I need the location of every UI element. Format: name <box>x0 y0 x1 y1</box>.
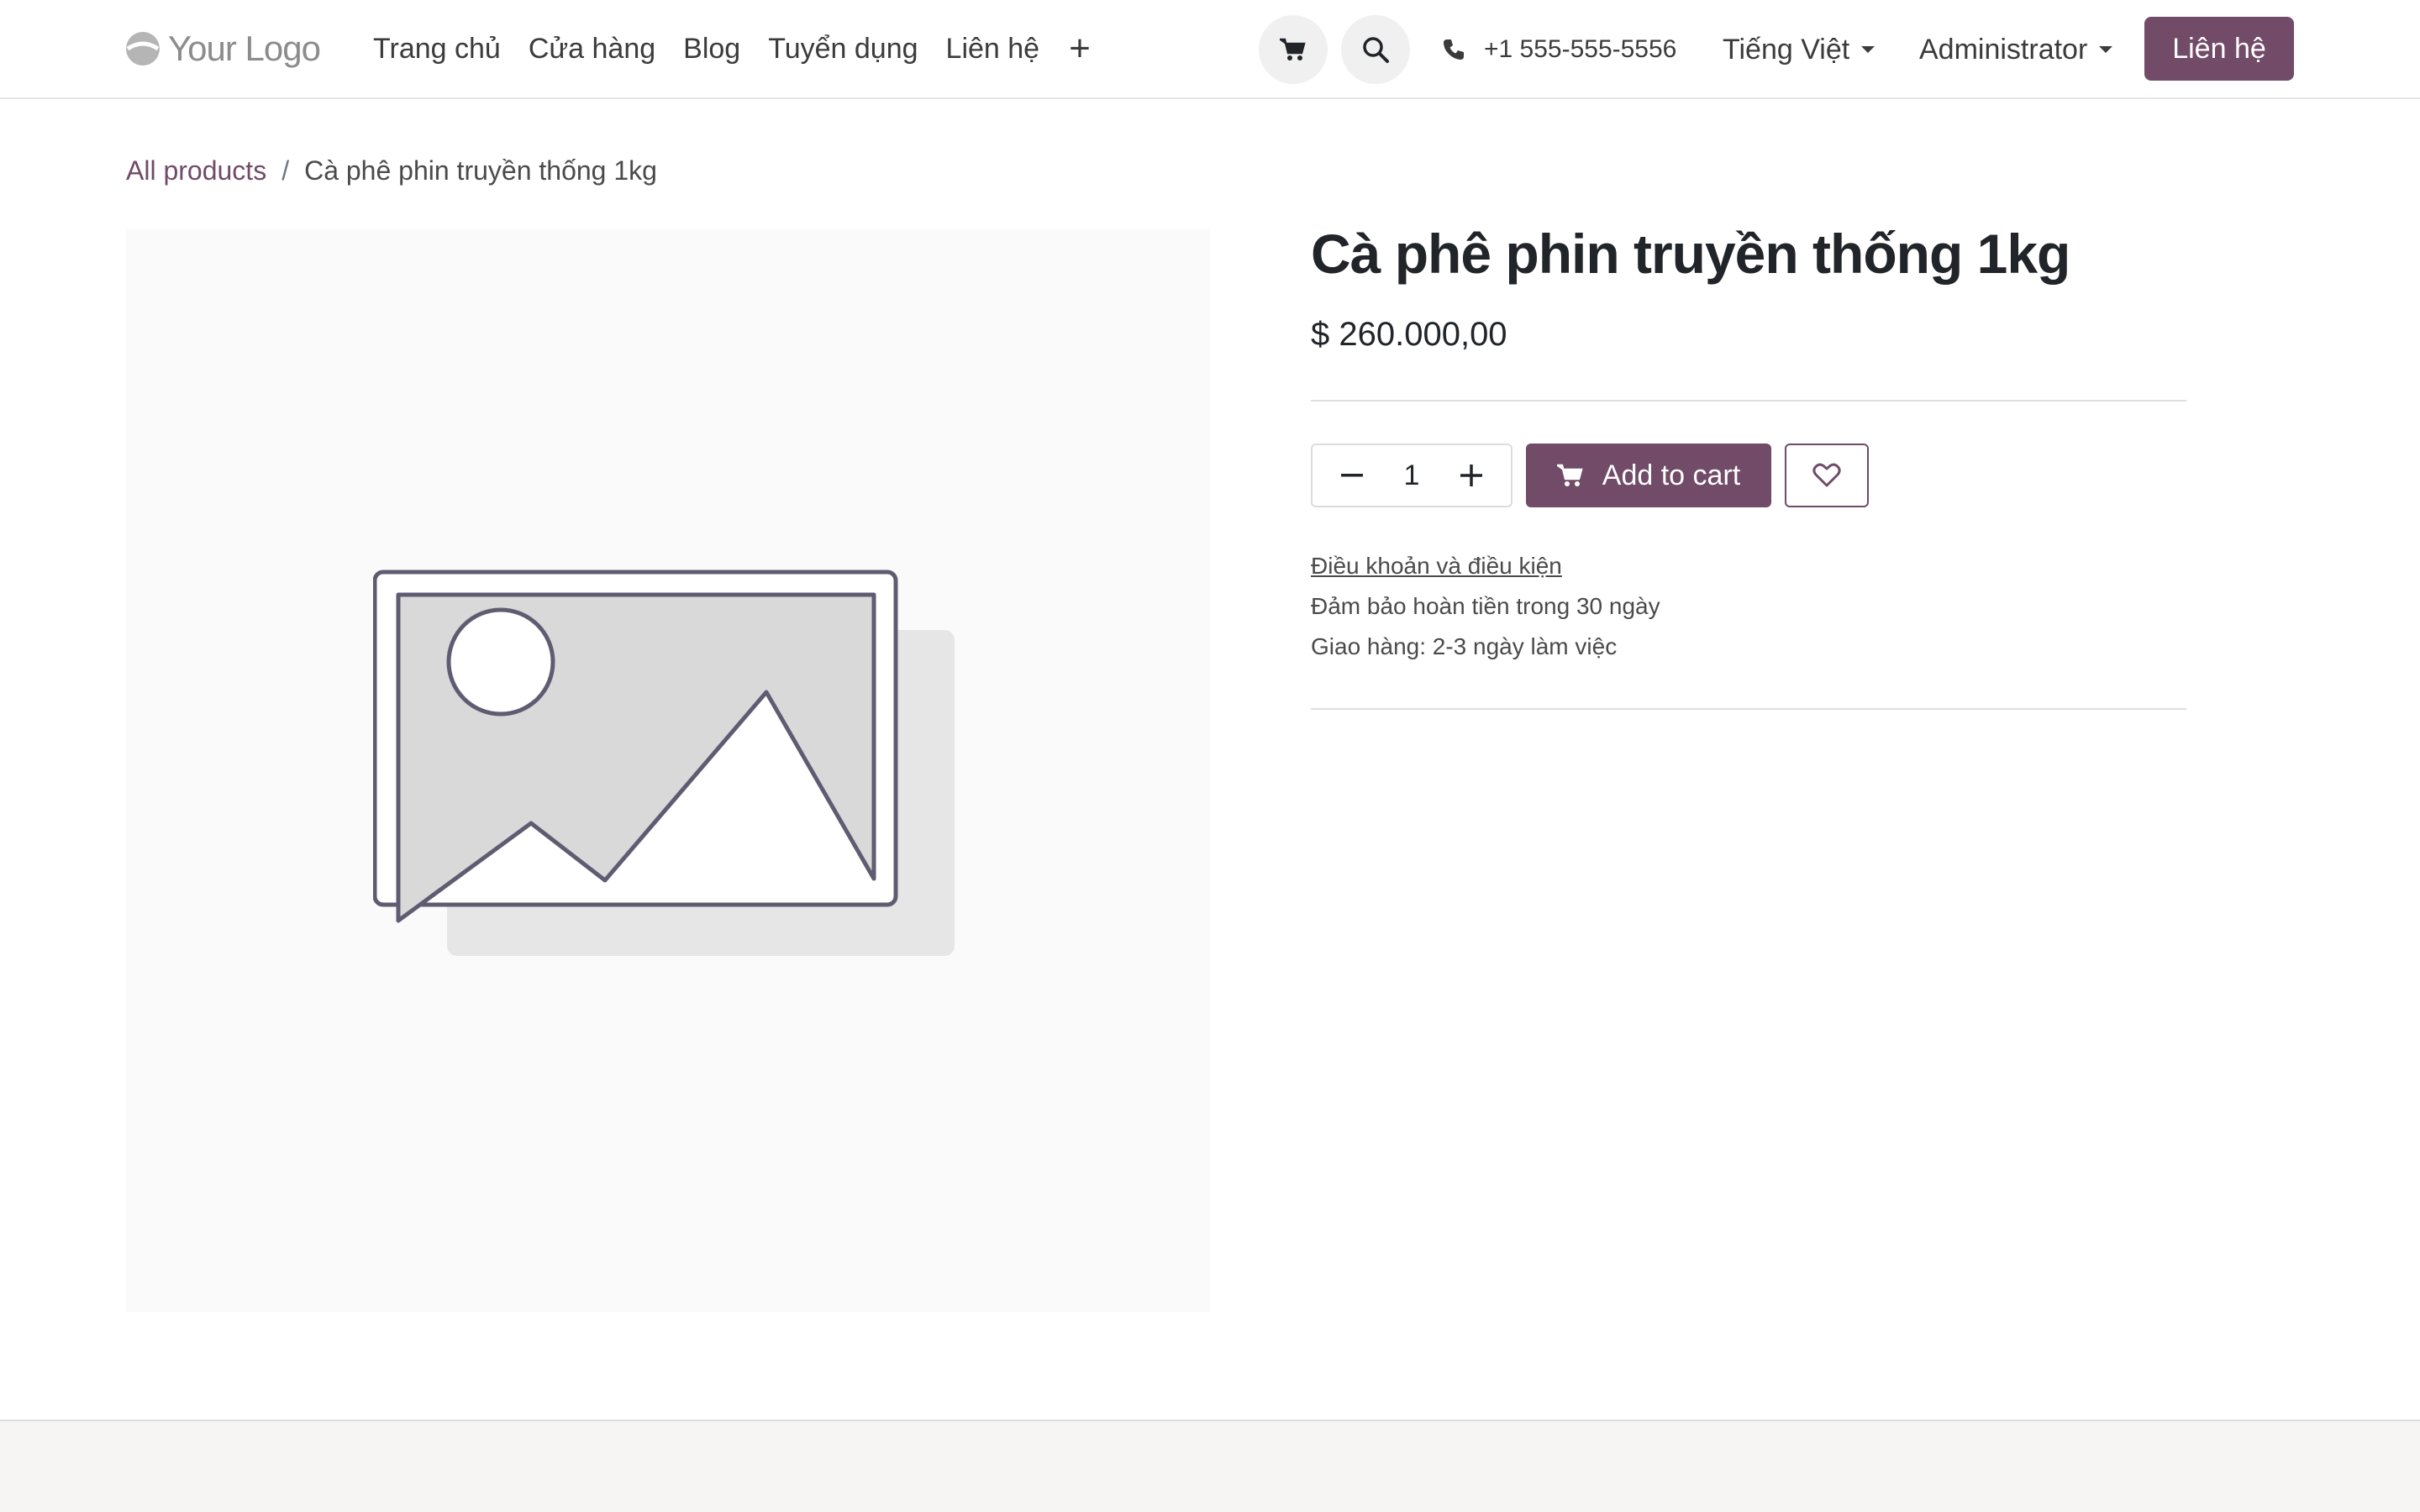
language-dropdown[interactable]: Tiếng Việt <box>1723 27 1876 72</box>
add-to-cart-label: Add to cart <box>1602 459 1741 491</box>
main-nav: Trang chủ Cửa hàng Blog Tuyển dụng Liên … <box>373 25 1091 72</box>
language-label: Tiếng Việt <box>1723 33 1850 66</box>
divider-bottom <box>1311 708 2186 710</box>
contact-us-button[interactable]: Liên hệ <box>2144 17 2294 81</box>
increase-quantity-button[interactable] <box>1457 461 1486 490</box>
search-icon <box>1363 37 1389 63</box>
site-logo[interactable]: Your Logo <box>124 24 321 74</box>
chevron-down-icon <box>1861 46 1876 53</box>
site-header: Your Logo Trang chủ Cửa hàng Blog Tuyển … <box>0 0 2420 99</box>
breadcrumb-all-products[interactable]: All products <box>126 155 266 186</box>
decrease-quantity-button[interactable] <box>1338 461 1366 490</box>
nav-item-jobs[interactable]: Tuyển dụng <box>768 33 918 66</box>
breadcrumb-separator: / <box>281 155 290 186</box>
product-title: Cà phê phin truyền thống 1kg <box>1311 223 2070 285</box>
terms-link[interactable]: Điều khoản và điều kiện <box>1311 553 1562 580</box>
nav-item-home[interactable]: Trang chủ <box>373 33 501 66</box>
page-footer <box>0 1420 2420 1512</box>
logo-text: Your Logo <box>168 29 321 68</box>
chevron-down-icon <box>2099 46 2113 53</box>
add-to-wishlist-button[interactable] <box>1785 444 1869 507</box>
divider-top <box>1311 400 2186 402</box>
shipping-text: Giao hàng: 2-3 ngày làm việc <box>1311 633 1618 659</box>
minus-icon <box>1341 474 1363 477</box>
image-placeholder-icon <box>373 570 955 956</box>
user-name: Administrator <box>1919 33 2088 66</box>
product-price: $ 260.000,00 <box>1311 316 1507 353</box>
search-button[interactable] <box>1341 15 1410 84</box>
quantity-input[interactable] <box>1386 458 1437 493</box>
user-dropdown[interactable]: Administrator <box>1919 27 2113 72</box>
guarantee-text: Đảm bảo hoàn tiền trong 30 ngày <box>1311 593 1660 619</box>
heart-icon <box>1812 463 1841 487</box>
nav-item-shop[interactable]: Cửa hàng <box>529 33 655 66</box>
nav-item-contact[interactable]: Liên hệ <box>946 33 1040 66</box>
cart-button[interactable] <box>1259 15 1328 84</box>
cart-icon <box>1280 38 1306 60</box>
add-to-cart-button[interactable]: Add to cart <box>1526 444 1771 507</box>
cart-icon <box>1556 464 1583 486</box>
phone-icon <box>1444 39 1464 60</box>
plus-icon <box>1460 465 1482 486</box>
breadcrumb-current: Cà phê phin truyền thống 1kg <box>304 155 657 186</box>
add-menu-item-icon[interactable]: + <box>1069 30 1091 67</box>
logo-mark-icon <box>126 32 160 66</box>
product-image[interactable] <box>126 228 1210 1312</box>
quantity-stepper <box>1311 444 1512 507</box>
phone-contact[interactable]: +1 555-555-5556 <box>1442 27 1676 72</box>
breadcrumb: All products / Cà phê phin truyền thống … <box>126 150 657 192</box>
phone-number: +1 555-555-5556 <box>1484 35 1677 63</box>
nav-item-blog[interactable]: Blog <box>683 33 740 66</box>
